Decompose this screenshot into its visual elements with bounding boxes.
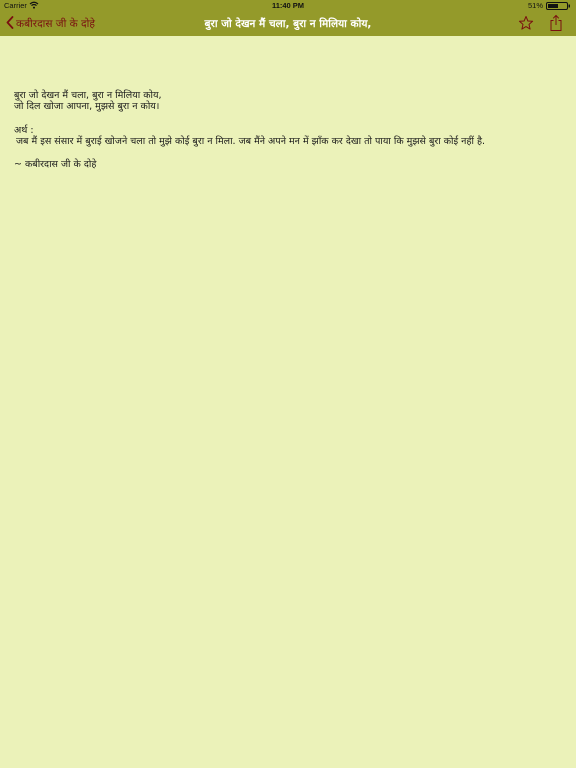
doha-content: बुरा जो देखन मैं चला, बुरा न मिलिया कोय,… (14, 90, 562, 170)
status-time: 11:40 PM (271, 1, 305, 10)
battery-percent: 51% (527, 1, 543, 10)
page-title: बुरा जो देखन मैं चला, बुरा न मिलिया कोय, (204, 18, 372, 30)
navigation-bar: कबीरदास जी के दोहे बुरा जो देखन मैं चला,… (0, 12, 576, 36)
meaning-label: अर्थ : (14, 125, 34, 136)
verse-line-1: बुरा जो देखन मैं चला, बुरा न मिलिया कोय, (14, 90, 162, 101)
verse-line-2: जो दिल खोजा आपना, मुझसे बुरा न कोय। (14, 101, 160, 112)
battery-icon (546, 2, 572, 12)
back-button-label: कबीरदास जी के दोहे (16, 18, 95, 30)
status-bar: Carrier 11:40 PM 51% (0, 0, 576, 12)
share-icon[interactable] (549, 14, 563, 36)
back-button[interactable]: कबीरदास जी के दोहे (6, 15, 95, 33)
meaning-section: अर्थ : जब मैं इस संसार में बुराई खोजने च… (14, 125, 562, 147)
chevron-left-icon (6, 16, 16, 32)
source-attribution: ~ कबीरदास जी के दोहे (14, 159, 97, 170)
meaning-text: जब मैं इस संसार में बुराई खोजने चला तो म… (16, 136, 486, 147)
doha-verse: बुरा जो देखन मैं चला, बुरा न मिलिया कोय,… (14, 90, 562, 112)
star-icon[interactable] (518, 15, 534, 35)
